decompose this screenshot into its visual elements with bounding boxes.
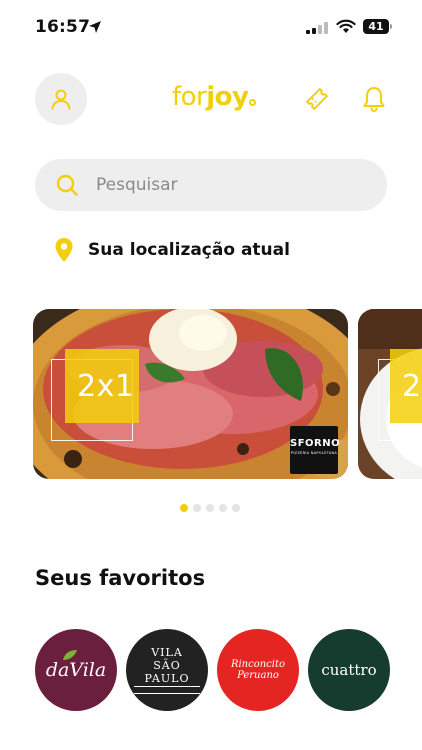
favorite-tagline — [134, 686, 200, 694]
promo-banner-sforno[interactable]: 2x1 SFORNO PIZZERIA NAPOLETANA — [33, 309, 348, 479]
sforno-logo: SFORNO PIZZERIA NAPOLETANA — [290, 426, 341, 474]
promo-banner-2[interactable]: 2 — [358, 309, 422, 479]
favorite-name: cuattro — [321, 661, 377, 679]
search-input[interactable] — [96, 159, 366, 211]
page-dot[interactable] — [219, 504, 227, 512]
favorite-name-line-1: VILA — [151, 646, 183, 659]
cellular-signal-icon — [306, 22, 328, 34]
favorite-rinconcito-peruano[interactable]: Rinconcito Peruano — [217, 629, 299, 711]
favorite-name-line-1: Rinconcito — [230, 659, 286, 670]
promo-label: 2x1 — [77, 369, 135, 404]
wifi-icon — [336, 19, 356, 33]
promo-carousel[interactable]: 2x1 SFORNO PIZZERIA NAPOLETANA 2 — [0, 309, 422, 479]
ticket-icon[interactable] — [303, 85, 331, 113]
location-label: Sua localização atual — [88, 240, 290, 260]
forjoy-logo: forjoy — [172, 82, 257, 112]
bell-icon[interactable] — [362, 85, 386, 113]
favorites-title: Seus favoritos — [35, 566, 206, 590]
favorite-name-line-2: SÃO PAULO — [144, 659, 190, 685]
battery-level: 41 — [363, 19, 389, 34]
battery-icon: 41 — [363, 19, 393, 34]
search-bar[interactable] — [35, 159, 387, 211]
brand-subtitle: PIZZERIA NAPOLETANA — [290, 451, 338, 455]
status-time: 16:57 — [35, 17, 91, 37]
page-dot[interactable] — [206, 504, 214, 512]
carousel-pagination — [180, 504, 240, 512]
favorite-name-line-2: Peruano — [237, 670, 279, 681]
favorite-cuattro[interactable]: cuattro — [308, 629, 390, 711]
favorites-list: daVila VILA SÃO PAULO Rinconcito Peruano… — [35, 629, 390, 711]
logo-text-bold: joy — [206, 82, 249, 112]
favorite-vila-sao-paulo[interactable]: VILA SÃO PAULO — [126, 629, 208, 711]
page-dot[interactable] — [232, 504, 240, 512]
user-icon — [51, 89, 71, 110]
profile-button[interactable] — [35, 73, 87, 125]
logo-text-regular: for — [172, 82, 207, 112]
status-bar: 16:57 41 — [0, 0, 422, 54]
search-icon — [56, 174, 78, 196]
favorite-name: Rinconcito Peruano — [225, 659, 291, 681]
favorite-davila[interactable]: daVila — [35, 629, 117, 711]
favorite-name: VILA SÃO PAULO — [134, 646, 200, 694]
map-pin-icon — [55, 238, 73, 262]
page-dot[interactable] — [180, 504, 188, 512]
page-dot[interactable] — [193, 504, 201, 512]
promo-label: 2 — [402, 369, 422, 404]
brand-name: SFORNO — [290, 438, 341, 449]
favorite-name: daVila — [45, 659, 107, 681]
location-arrow-icon — [89, 21, 101, 33]
location-selector[interactable]: Sua localização atual — [54, 236, 290, 264]
